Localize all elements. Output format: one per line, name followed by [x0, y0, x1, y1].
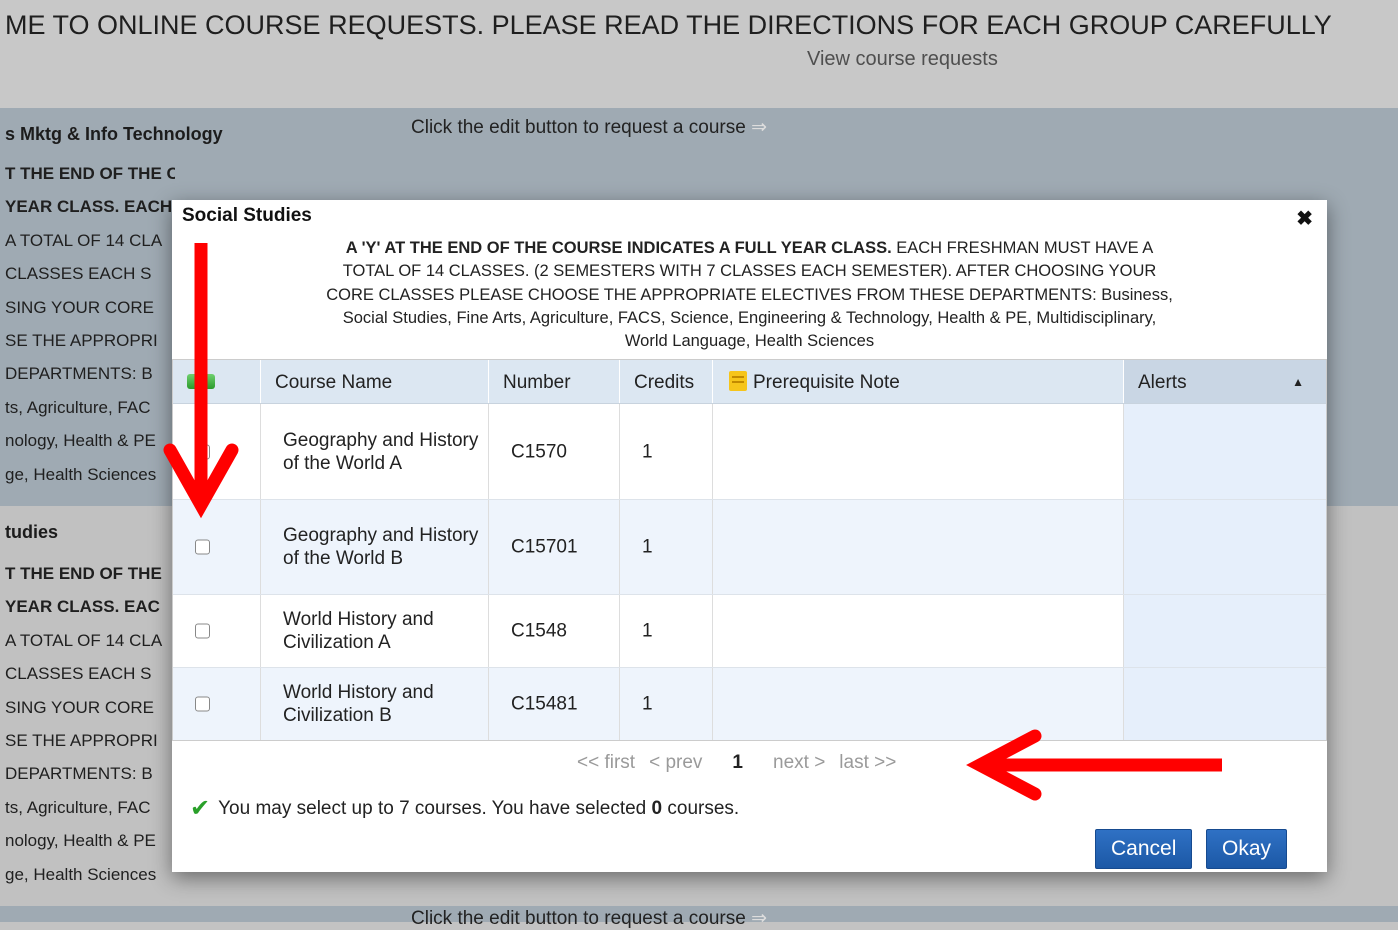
course-select-dialog: Social Studies ✖ A 'Y' AT THE END OF THE… — [172, 200, 1327, 872]
alerts-cell — [1123, 500, 1326, 594]
edit-hint: Click the edit button to request a cours… — [411, 908, 768, 929]
pager-next-link[interactable]: next > — [773, 752, 825, 773]
course-name-cell: World History and Civilization B — [283, 682, 434, 726]
group-directions: T THE END OF THE COURSE INDICATES A YEAR… — [5, 164, 175, 484]
dialog-title: Social Studies — [182, 205, 312, 226]
row-checkbox[interactable] — [195, 539, 210, 555]
table-row[interactable]: World History and Civilization A C1548 1 — [173, 595, 1326, 668]
view-course-requests-link[interactable]: View course requests — [807, 48, 998, 71]
table-row[interactable]: Geography and History of the World A C15… — [173, 404, 1326, 500]
column-header-alerts[interactable]: Alerts ▲ — [1123, 360, 1326, 403]
prerequisite-cell — [712, 668, 1123, 740]
column-header-credits[interactable]: Credits — [619, 360, 712, 403]
prerequisite-cell — [712, 595, 1123, 667]
course-group-panel: Click the edit button to request a cours… — [0, 906, 1398, 929]
edit-hint: Click the edit button to request a cours… — [411, 117, 768, 138]
sort-ascending-icon[interactable]: ▲ — [1292, 360, 1304, 405]
group-directions: T THE END OF THE YEAR CLASS. EAC A TOTAL… — [5, 564, 163, 884]
course-number-cell: C1548 — [511, 620, 567, 642]
row-select-cell[interactable] — [173, 500, 260, 594]
okay-button[interactable]: Okay — [1206, 829, 1288, 869]
alerts-cell — [1123, 668, 1326, 740]
credits-cell: 1 — [642, 536, 653, 558]
row-select-cell[interactable] — [173, 668, 260, 740]
course-number-cell: C15481 — [511, 693, 578, 715]
row-checkbox[interactable] — [195, 444, 210, 459]
column-header-prerequisite[interactable]: Prerequisite Note — [712, 360, 1123, 403]
credits-cell: 1 — [642, 693, 653, 715]
credits-cell: 1 — [642, 441, 653, 462]
prerequisite-cell — [712, 404, 1123, 499]
page-title: ME TO ONLINE COURSE REQUESTS. PLEASE REA… — [5, 10, 1332, 40]
page-banner: ME TO ONLINE COURSE REQUESTS. PLEASE REA… — [0, 0, 1398, 108]
arrow-right-icon: ⇒ — [751, 908, 768, 929]
dialog-directions: A 'Y' AT THE END OF THE COURSE INDICATES… — [326, 239, 1173, 351]
table-row[interactable]: Geography and History of the World B C15… — [173, 500, 1326, 595]
row-checkbox[interactable] — [195, 696, 210, 712]
row-select-cell[interactable] — [173, 404, 260, 499]
course-table: Course Name Number Credits Prerequisite … — [172, 359, 1327, 741]
course-number-cell: C1570 — [511, 441, 567, 462]
close-icon[interactable]: ✖ — [1296, 206, 1313, 231]
pager-last-link[interactable]: last >> — [839, 752, 896, 773]
cancel-button[interactable]: Cancel — [1095, 829, 1193, 869]
alerts-cell — [1123, 595, 1326, 667]
row-select-cell[interactable] — [173, 595, 260, 667]
column-header-number[interactable]: Number — [488, 360, 619, 403]
prerequisite-cell — [712, 500, 1123, 594]
select-all-header[interactable] — [173, 360, 260, 403]
table-header: Course Name Number Credits Prerequisite … — [173, 360, 1326, 404]
pager-current-page: 1 — [732, 752, 743, 773]
course-name-cell: Geography and History of the World A — [283, 429, 479, 474]
table-row[interactable]: World History and Civilization B C15481 … — [173, 668, 1326, 740]
course-name-cell: Geography and History of the World B — [283, 525, 479, 569]
alerts-cell — [1123, 404, 1326, 499]
course-number-cell: C15701 — [511, 536, 578, 558]
group-heading: s Mktg & Info Technology — [5, 124, 223, 144]
select-all-checkbox-icon[interactable] — [187, 374, 215, 389]
checkmark-icon: ✔ — [190, 795, 211, 822]
row-checkbox[interactable] — [195, 623, 210, 639]
selection-status: ✔ You may select up to 7 courses. You hav… — [190, 795, 740, 822]
pager-prev-link[interactable]: < prev — [649, 752, 702, 773]
credits-cell: 1 — [642, 620, 653, 642]
group-heading: tudies — [5, 522, 59, 542]
arrow-right-icon: ⇒ — [751, 117, 768, 138]
selected-count: 0 — [651, 798, 663, 819]
pager-first-link[interactable]: << first — [577, 752, 635, 773]
course-name-cell: World History and Civilization A — [283, 609, 434, 653]
pagination: << first < prev 1 next > last >> — [577, 752, 910, 774]
column-header-course-name[interactable]: Course Name — [260, 360, 488, 403]
note-icon — [729, 371, 747, 391]
